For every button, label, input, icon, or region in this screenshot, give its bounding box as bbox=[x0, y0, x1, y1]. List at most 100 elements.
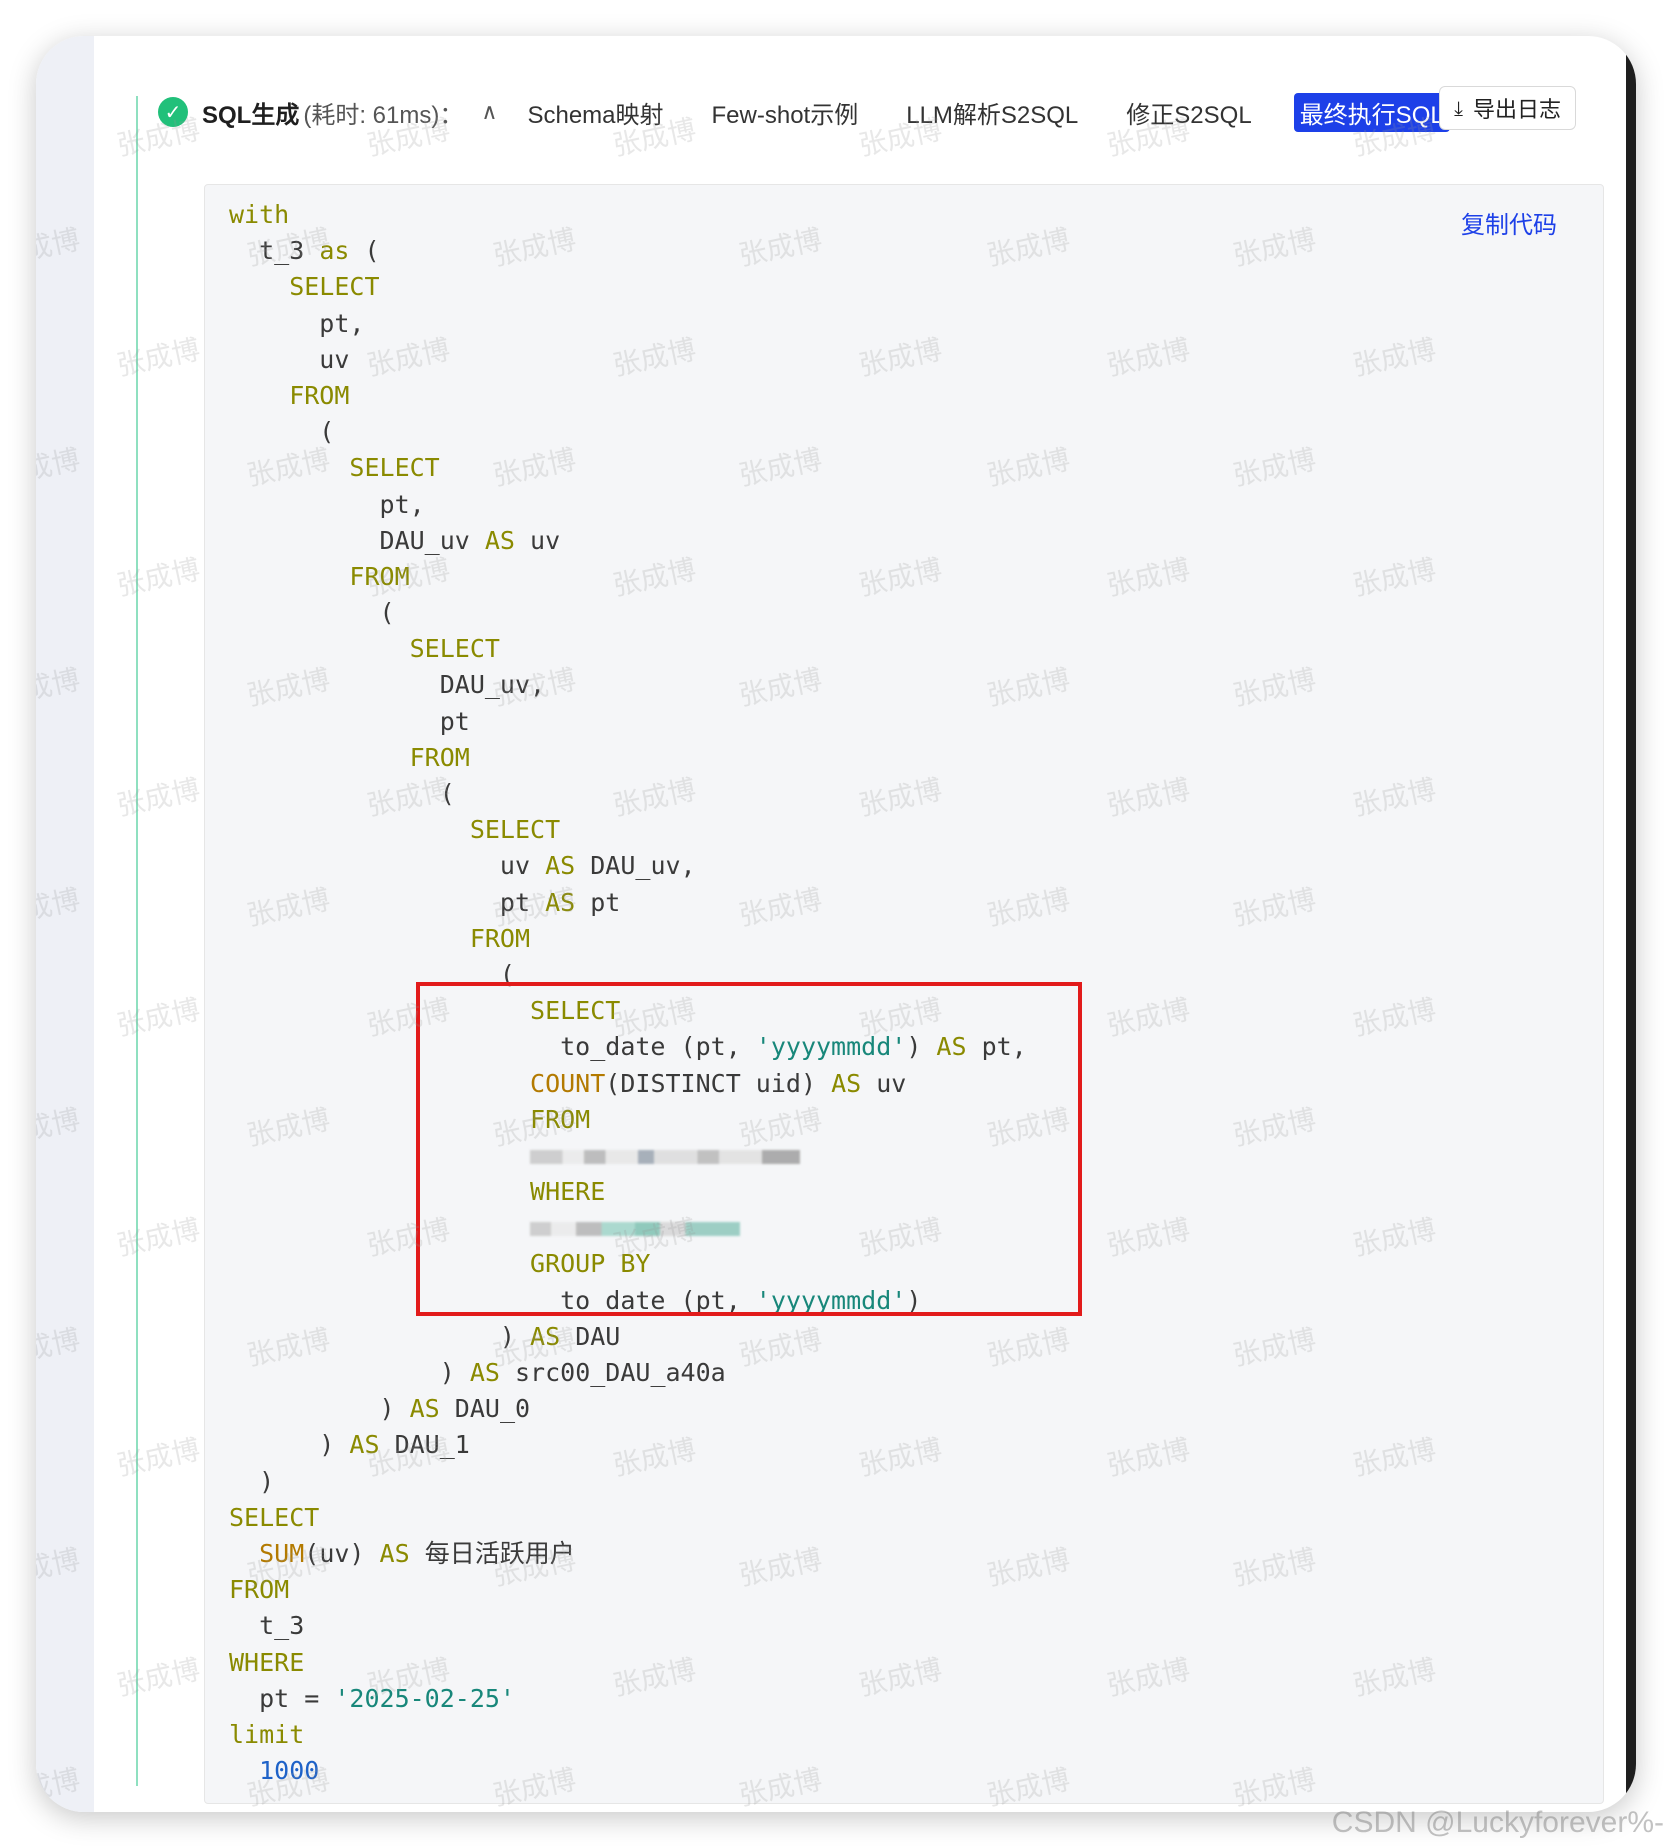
code-token: AS bbox=[545, 887, 576, 917]
code-token: AS bbox=[379, 1538, 410, 1568]
code-token: DAU_0 bbox=[439, 1394, 531, 1424]
code-line: pt, bbox=[229, 306, 1027, 342]
code-line: ( bbox=[229, 595, 1027, 631]
tab-4[interactable]: 最终执行SQL bbox=[1293, 92, 1450, 132]
code-token: t_3 bbox=[229, 236, 320, 266]
highlight-box bbox=[416, 982, 1082, 1316]
chevron-up-icon[interactable]: ∧ bbox=[481, 100, 497, 125]
code-token: DAU_uv, bbox=[575, 851, 696, 881]
code-line: SELECT bbox=[229, 812, 1027, 848]
code-line: SELECT bbox=[229, 1500, 1027, 1536]
code-token: uv bbox=[229, 344, 350, 374]
tab-1[interactable]: Few-shot示例 bbox=[706, 93, 865, 132]
code-line: ( bbox=[229, 414, 1027, 450]
code-token: ) bbox=[229, 1466, 275, 1496]
tab-3[interactable]: 修正S2SQL bbox=[1120, 93, 1257, 132]
watermark: 张成博 bbox=[114, 553, 203, 602]
code-token: t_3 bbox=[229, 1611, 305, 1641]
code-token: SELECT bbox=[229, 1502, 320, 1532]
elapsed-time: (耗时: 61ms)： bbox=[303, 101, 464, 129]
code-token: AS bbox=[469, 1358, 500, 1387]
code-line: ( bbox=[229, 776, 1027, 812]
timeline-line bbox=[136, 96, 138, 1786]
check-circle-icon: ✓ bbox=[158, 97, 188, 127]
step-title: SQL生成 bbox=[202, 101, 300, 129]
code-line: with bbox=[229, 197, 1027, 233]
code-line: ) bbox=[229, 1464, 1027, 1500]
code-token: AS bbox=[530, 1321, 561, 1351]
code-token: pt, bbox=[229, 489, 425, 519]
csdn-credit: CSDN @Luckyforever%- bbox=[1331, 1806, 1664, 1839]
code-line: ) AS src00_DAU_a40a bbox=[229, 1355, 1027, 1391]
code-token: FROM bbox=[229, 1575, 290, 1605]
code-line: WHERE bbox=[229, 1645, 1027, 1681]
tab-0[interactable]: Schema映射 bbox=[521, 93, 669, 132]
code-token: as bbox=[319, 236, 350, 266]
code-token: ) bbox=[229, 1394, 410, 1424]
code-line: DAU_uv, bbox=[229, 667, 1027, 703]
left-gutter bbox=[36, 36, 94, 1812]
code-token: ( bbox=[229, 417, 335, 447]
code-token: FROM bbox=[229, 923, 531, 953]
code-token: ( bbox=[349, 236, 380, 266]
code-line: ) AS DAU_0 bbox=[229, 1391, 1027, 1427]
code-token: with bbox=[229, 200, 290, 229]
tab-bar: Schema映射 Few-shot示例 LLM解析S2SQL 修正S2SQL 最终执行S… bbox=[521, 92, 1485, 132]
code-token: uv bbox=[514, 525, 561, 555]
code-line: pt = '2025-02-25' bbox=[229, 1681, 1027, 1717]
code-token: DAU bbox=[560, 1321, 621, 1351]
code-token: (uv) bbox=[304, 1538, 380, 1568]
code-token: FROM bbox=[229, 561, 410, 591]
code-token: ( bbox=[229, 598, 395, 628]
copy-code-button[interactable]: 复制代码 bbox=[1461, 205, 1557, 240]
code-line: SELECT bbox=[229, 269, 1027, 305]
code-line: limit bbox=[229, 1717, 1027, 1753]
watermark: 张成博 bbox=[114, 1213, 203, 1262]
code-token: DAU_1 bbox=[379, 1430, 470, 1460]
code-token: '2025-02-25' bbox=[334, 1683, 515, 1713]
watermark: 张成博 bbox=[114, 1653, 203, 1702]
code-token: uv bbox=[229, 851, 546, 881]
code-line: t_3 as ( bbox=[229, 233, 1027, 269]
code-token: SELECT bbox=[229, 634, 500, 664]
code-token: src00_DAU_a40a bbox=[499, 1358, 726, 1387]
code-line: uv bbox=[229, 342, 1027, 378]
watermark: 张成博 bbox=[114, 993, 203, 1042]
code-line: pt, bbox=[229, 487, 1027, 523]
code-token: ) bbox=[229, 1321, 531, 1351]
code-line: ) AS DAU bbox=[229, 1319, 1027, 1355]
code-token: AS bbox=[409, 1394, 440, 1424]
code-line: 1000 bbox=[229, 1753, 1027, 1789]
code-line: pt bbox=[229, 704, 1027, 740]
code-token: AS bbox=[545, 851, 576, 881]
code-token: pt, bbox=[229, 308, 365, 338]
code-line: SUM(uv) AS 每日活跃用户 bbox=[229, 1536, 1027, 1572]
code-token: ) bbox=[229, 1358, 470, 1387]
watermark: 张成博 bbox=[114, 333, 203, 382]
code-token: WHERE bbox=[229, 1647, 305, 1677]
export-log-button[interactable]: ⤓ 导出日志 bbox=[1439, 86, 1576, 130]
code-line: SELECT bbox=[229, 450, 1027, 486]
code-token: DAU_uv bbox=[229, 525, 485, 555]
code-token: AS bbox=[484, 525, 515, 555]
code-line: pt AS pt bbox=[229, 885, 1027, 921]
code-token: AS bbox=[349, 1430, 380, 1460]
code-token: pt bbox=[575, 887, 621, 917]
code-token: FROM bbox=[229, 742, 470, 772]
code-line: FROM bbox=[229, 740, 1027, 776]
code-line: SELECT bbox=[229, 631, 1027, 667]
window-edge bbox=[1626, 36, 1636, 1812]
code-token: pt bbox=[229, 887, 546, 917]
code-token: pt = bbox=[229, 1683, 335, 1713]
code-line: FROM bbox=[229, 559, 1027, 595]
watermark: 张成博 bbox=[114, 773, 203, 822]
step-header: ✓ SQL生成 (耗时: 61ms)： ∧ Schema映射 Few-shot示例… bbox=[116, 84, 1606, 140]
code-line: uv AS DAU_uv, bbox=[229, 848, 1027, 884]
code-line: ) AS DAU_1 bbox=[229, 1427, 1027, 1463]
code-token: DAU_uv, bbox=[229, 670, 546, 700]
code-token: ( bbox=[229, 779, 455, 808]
watermark: 张成博 bbox=[114, 1433, 203, 1482]
code-token: SELECT bbox=[229, 815, 561, 845]
code-token: SELECT bbox=[229, 453, 440, 483]
tab-2[interactable]: LLM解析S2SQL bbox=[900, 93, 1084, 132]
